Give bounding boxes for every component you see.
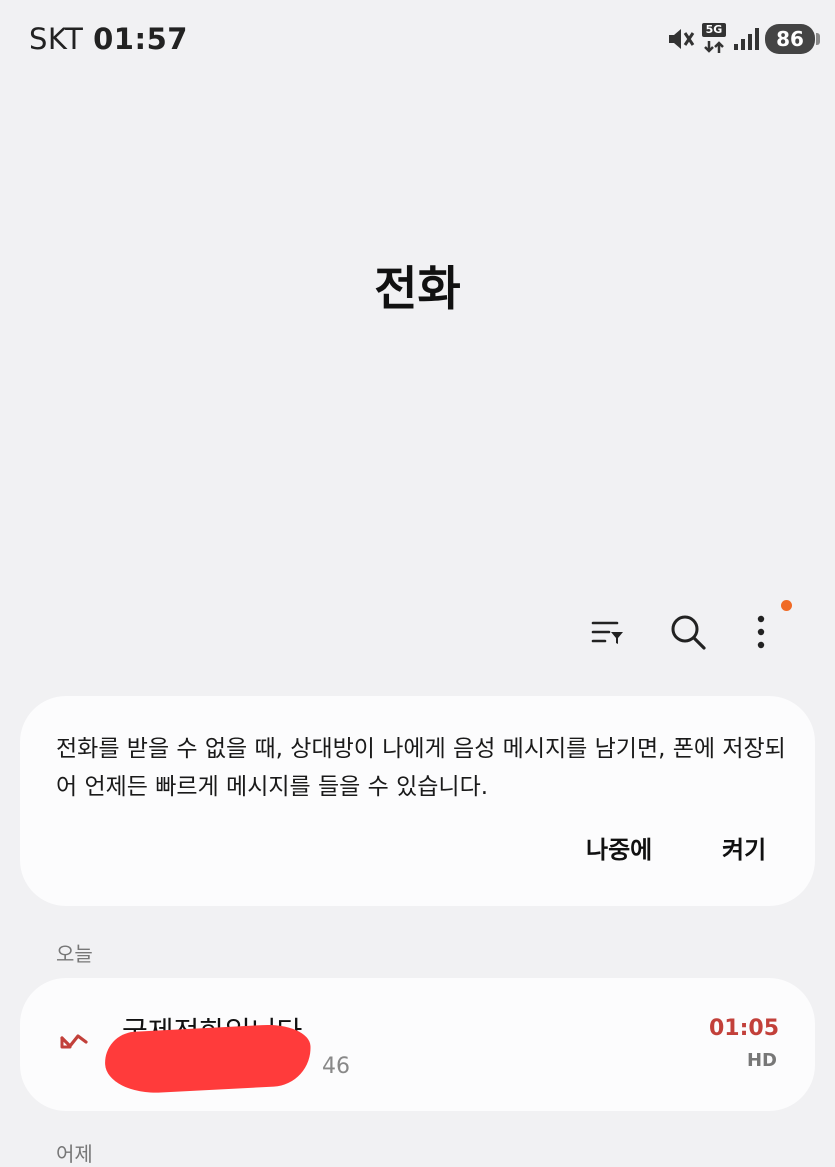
status-bar: SKT 01:57 5G 86 [0,0,835,80]
filter-list-icon [591,621,623,644]
hd-badge: HD [746,1050,777,1071]
page-title: 전화 [374,262,461,317]
call-time: 01:05 [708,1016,779,1041]
search-icon [671,615,706,650]
missed-call-icon [60,1034,88,1049]
network-5g-icon: 5G [701,23,727,55]
section-today: 오늘 [56,942,93,966]
status-time: 01:57 [93,22,188,56]
call-log-item[interactable]: 국제전화입니다 046 01:05 HD [20,978,815,1111]
signal-icon [734,28,759,50]
notification-badge [781,600,792,611]
network-type: 5G [702,23,726,37]
battery-indicator: 86 [765,24,820,54]
more-vertical-icon [757,615,765,649]
mute-icon [669,29,695,49]
caller-number-end: 46 [322,1054,350,1079]
battery-level: 86 [776,27,804,51]
enable-button[interactable]: 켜기 [722,830,766,865]
later-button[interactable]: 나중에 [586,830,652,865]
voicemail-message: 전화를 받을 수 없을 때, 상대방이 나에게 음성 메시지를 남기면, 폰에 … [56,736,786,800]
status-icons: 5G 86 [667,22,820,56]
redaction-mark [103,1022,313,1096]
voicemail-promo-card: 전화를 받을 수 없을 때, 상대방이 나에게 음성 메시지를 남기면, 폰에 … [20,696,815,906]
section-yesterday: 어제 [56,1142,93,1166]
filter-button[interactable] [584,606,632,658]
status-carrier-time: SKT 01:57 [29,22,188,56]
carrier-name: SKT [29,22,84,56]
more-options-button[interactable] [737,606,785,658]
toolbar [0,606,835,658]
search-button[interactable] [664,606,712,658]
